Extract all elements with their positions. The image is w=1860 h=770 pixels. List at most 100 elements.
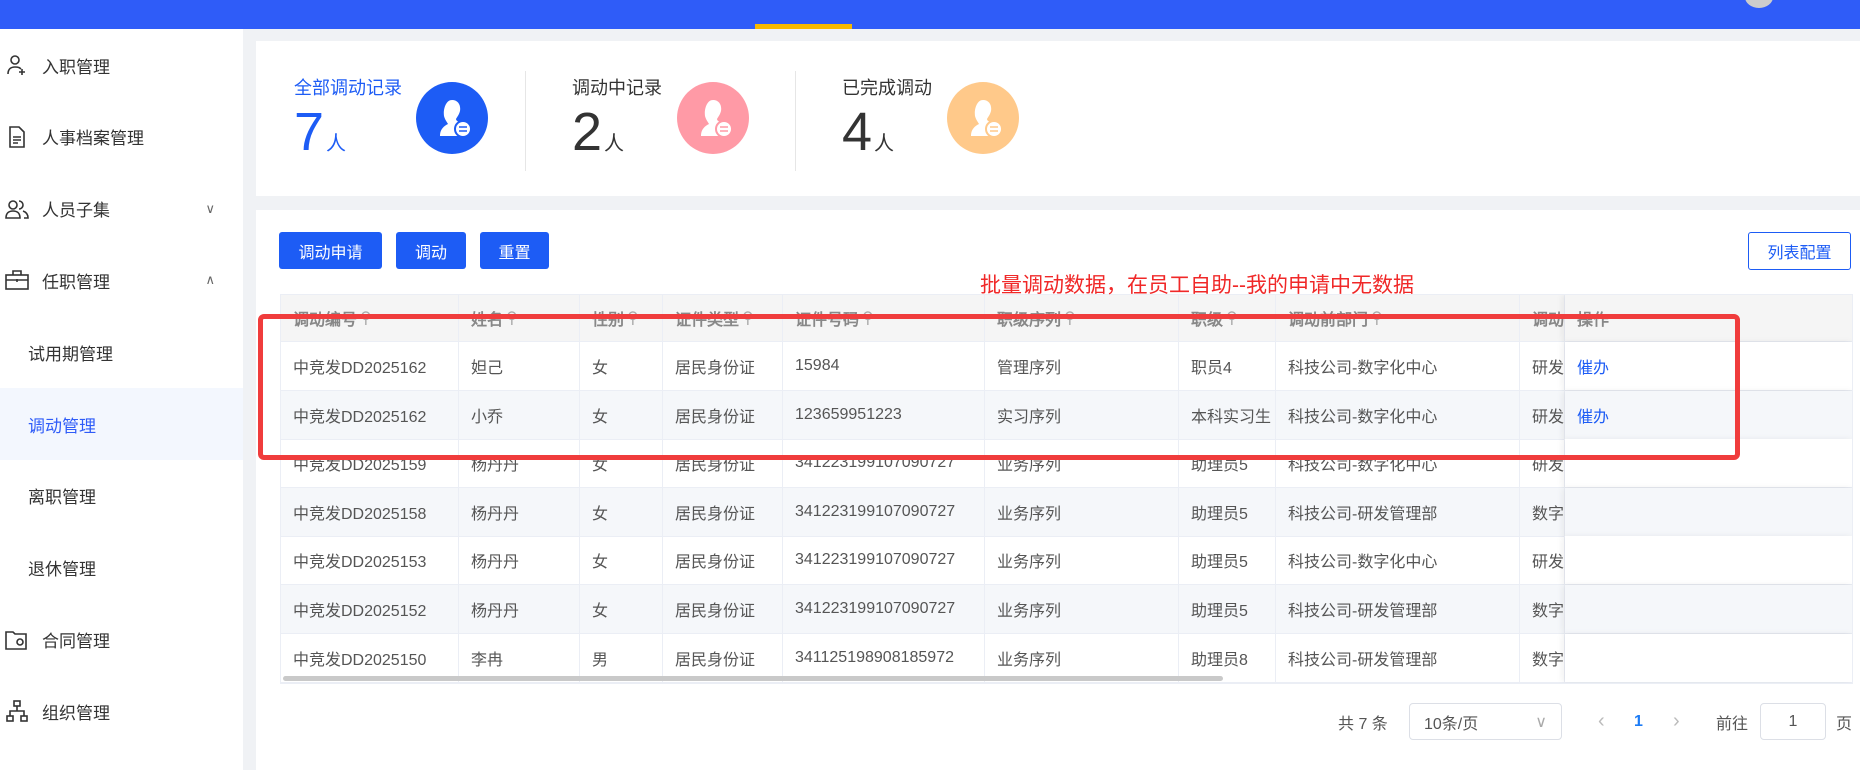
table-cell: 数字 [1520, 585, 1565, 633]
table-cell: 中竞发DD2025158 [281, 487, 459, 536]
divider [795, 71, 796, 171]
sidebar-item-label: 人事档案管理 [42, 129, 144, 149]
sidebar-item[interactable]: 任职管理 ∧ [0, 244, 243, 316]
table-cell: 业务序列 [985, 487, 1179, 536]
user-transfer-icon [677, 82, 749, 154]
table-cell: 居民身份证 [663, 585, 783, 633]
reset-button[interactable]: 重置 [480, 232, 549, 269]
sidebar-item-label: 入职管理 [42, 57, 110, 77]
divider [525, 71, 526, 171]
document-icon [4, 125, 30, 148]
sidebar-item[interactable]: 调动管理 [0, 388, 243, 460]
table-row: 中竞发DD2025158 杨丹丹女居民身份证 341223199107090727 业… [281, 487, 1852, 537]
transfer-button[interactable]: 调动 [396, 232, 466, 269]
table-cell: 中竞发DD2025153 [281, 536, 459, 585]
chevron-down-icon: ∨ [1535, 713, 1547, 731]
table-cell: 助理员5 [1179, 536, 1276, 585]
urge-link[interactable] [1565, 585, 1852, 633]
sidebar-item[interactable]: 试用期管理 [0, 316, 243, 388]
stat-number: 2 [572, 102, 603, 162]
contract-icon [4, 628, 30, 651]
page-size-select[interactable]: 10条/页 ∨ [1409, 703, 1562, 740]
page-unit-label: 页 [1836, 715, 1853, 733]
table-cell: 业务序列 [985, 633, 1179, 682]
stat-unit: 人 [874, 133, 895, 155]
table-cell: 科技公司-研发管理部 [1276, 487, 1520, 536]
sidebar-item-label: 调动管理 [28, 416, 96, 436]
table-cell: 数字 [1520, 487, 1565, 536]
urge-link[interactable] [1565, 536, 1852, 584]
table-cell: 中竞发DD2025150 [281, 633, 459, 682]
table-cell: 杨丹丹 [459, 487, 580, 536]
stat-number: 4 [842, 102, 873, 162]
list-config-button[interactable]: 列表配置 [1748, 232, 1851, 270]
table-cell: 助理员8 [1179, 633, 1276, 682]
stat-value: 2人 [572, 101, 624, 163]
sidebar-item[interactable]: 组织管理 [0, 675, 243, 747]
sidebar-item-label: 离职管理 [28, 488, 96, 508]
table-cell: 杨丹丹 [459, 585, 580, 633]
chevron-down-icon[interactable]: ∨ [205, 201, 215, 217]
sidebar-item[interactable]: 人员子集 ∨ [0, 173, 243, 245]
org-icon [4, 700, 30, 722]
table-cell: 居民身份证 [663, 633, 783, 682]
page-1-button[interactable]: 1 [1634, 703, 1643, 740]
table-cell: 341125198908185972 [783, 633, 985, 682]
sidebar-item[interactable]: 离职管理 [0, 460, 243, 532]
table-cell: 女 [580, 585, 663, 633]
sidebar-item[interactable]: 入职管理 [0, 29, 243, 101]
sidebar: 入职管理人事档案管理 人员子集 ∨ 任职管理 ∧ 试用期管理调动管理离职管理退休管理合同管… [0, 29, 243, 770]
table-cell: 341223199107090727 [783, 585, 985, 633]
active-nav-indicator [755, 24, 852, 29]
page-size-value: 10条/页 [1424, 715, 1479, 733]
urge-link[interactable] [1565, 634, 1852, 682]
table-cell: 业务序列 [985, 585, 1179, 633]
stat-value: 4人 [842, 101, 894, 163]
sidebar-item[interactable]: 合同管理 [0, 603, 243, 675]
annotation-text: 批量调动数据，在员工自助--我的申请中无数据 [980, 274, 1414, 297]
user-transfer-icon [947, 82, 1019, 154]
stats-panel: 全部调动记录 7人 调动中记录 2人 已完成调动 4人 [256, 41, 1860, 196]
table-cell: 杨丹丹 [459, 536, 580, 585]
table-cell: 男 [580, 633, 663, 682]
sidebar-item[interactable]: 人事档案管理 [0, 101, 243, 173]
table-cell: 李冉 [459, 633, 580, 682]
table-cell: 科技公司-数字化中心 [1276, 536, 1520, 585]
table-cell: 科技公司-研发管理部 [1276, 585, 1520, 633]
sidebar-item-label: 试用期管理 [28, 344, 113, 364]
goto-label: 前往 [1716, 715, 1749, 733]
prev-page-button[interactable]: ‹ [1598, 703, 1605, 740]
stat-number: 7 [294, 102, 325, 162]
table-cell: 女 [580, 536, 663, 585]
sidebar-item-label: 合同管理 [42, 631, 110, 651]
table-cell: 研发 [1520, 536, 1565, 585]
stat-label: 调动中记录 [572, 78, 662, 98]
sidebar-item[interactable]: 退休管理 [0, 532, 243, 604]
urge-link[interactable] [1565, 488, 1852, 536]
goto-page-input[interactable]: 1 [1760, 703, 1826, 740]
user-transfer-icon [416, 82, 488, 154]
table-cell: 业务序列 [985, 536, 1179, 585]
sidebar-item-label: 退休管理 [28, 560, 96, 580]
stat-unit: 人 [326, 133, 347, 155]
transfer-apply-button[interactable]: 调动申请 [279, 232, 382, 269]
horizontal-scrollbar[interactable] [283, 676, 1223, 681]
table-cell: 341223199107090727 [783, 536, 985, 585]
table-cell: 中竞发DD2025152 [281, 585, 459, 633]
table-cell: 科技公司-研发管理部 [1276, 633, 1520, 682]
stat-value: 7人 [294, 101, 346, 163]
sidebar-item-label: 人员子集 [42, 201, 110, 221]
sidebar-item-label: 组织管理 [42, 703, 110, 723]
user-add-icon [4, 54, 30, 76]
pagination-total: 共 7 条 [1338, 715, 1388, 733]
table-cell: 女 [580, 487, 663, 536]
table-cell: 数字 [1520, 633, 1565, 682]
user-avatar[interactable] [1745, 0, 1773, 8]
table-row: 中竞发DD2025152 杨丹丹女居民身份证 341223199107090727 业… [281, 585, 1852, 634]
table-row: 中竞发DD2025153 杨丹丹女居民身份证 341223199107090727 业… [281, 536, 1852, 586]
chevron-up-icon[interactable]: ∧ [205, 272, 215, 288]
next-page-button[interactable]: › [1673, 703, 1680, 740]
table-cell: 助理员5 [1179, 585, 1276, 633]
table-cell: 助理员5 [1179, 487, 1276, 536]
stat-label: 已完成调动 [842, 78, 932, 98]
